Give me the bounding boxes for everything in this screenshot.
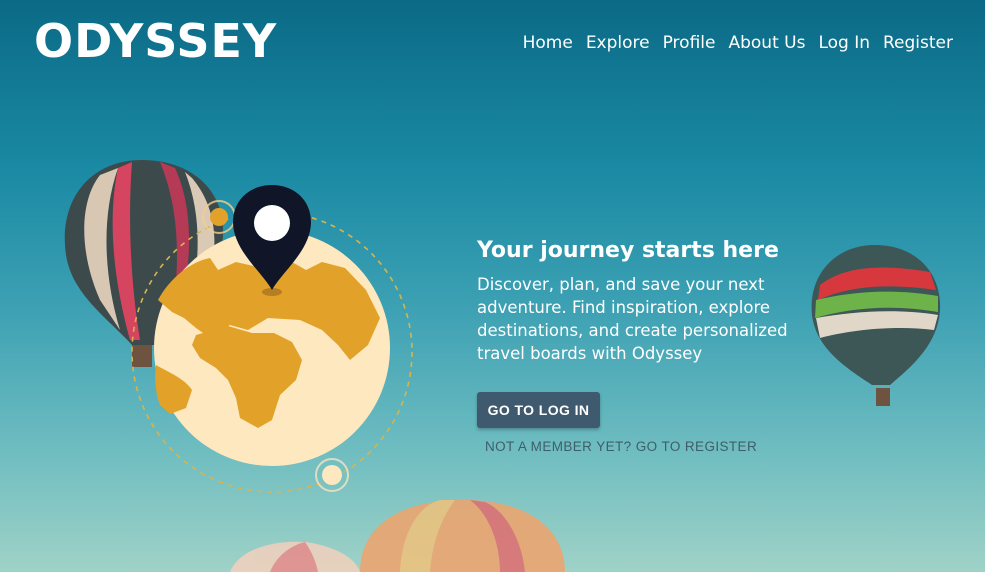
nav-about-us[interactable]: About Us [728,33,805,53]
logo[interactable]: ODYSSEY [34,14,277,68]
main-nav: Home Explore Profile About Us Log In Reg… [523,33,953,53]
nav-explore[interactable]: Explore [586,33,650,53]
hero-description: Discover, plan, and save your next adven… [477,275,788,363]
nav-home[interactable]: Home [523,33,573,53]
hero-section: Your journey starts here Discover, plan,… [477,238,837,365]
nav-profile[interactable]: Profile [663,33,716,53]
hot-air-balloon-bottom [230,499,565,572]
nav-log-in[interactable]: Log In [818,33,870,53]
go-to-login-button[interactable]: GO TO LOG IN [477,392,600,428]
hero-title: Your journey starts here [477,238,779,263]
orbit-dot-bottom [315,458,349,492]
nav-register[interactable]: Register [883,33,953,53]
go-to-register-link[interactable]: NOT A MEMBER YET? GO TO REGISTER [485,439,757,454]
